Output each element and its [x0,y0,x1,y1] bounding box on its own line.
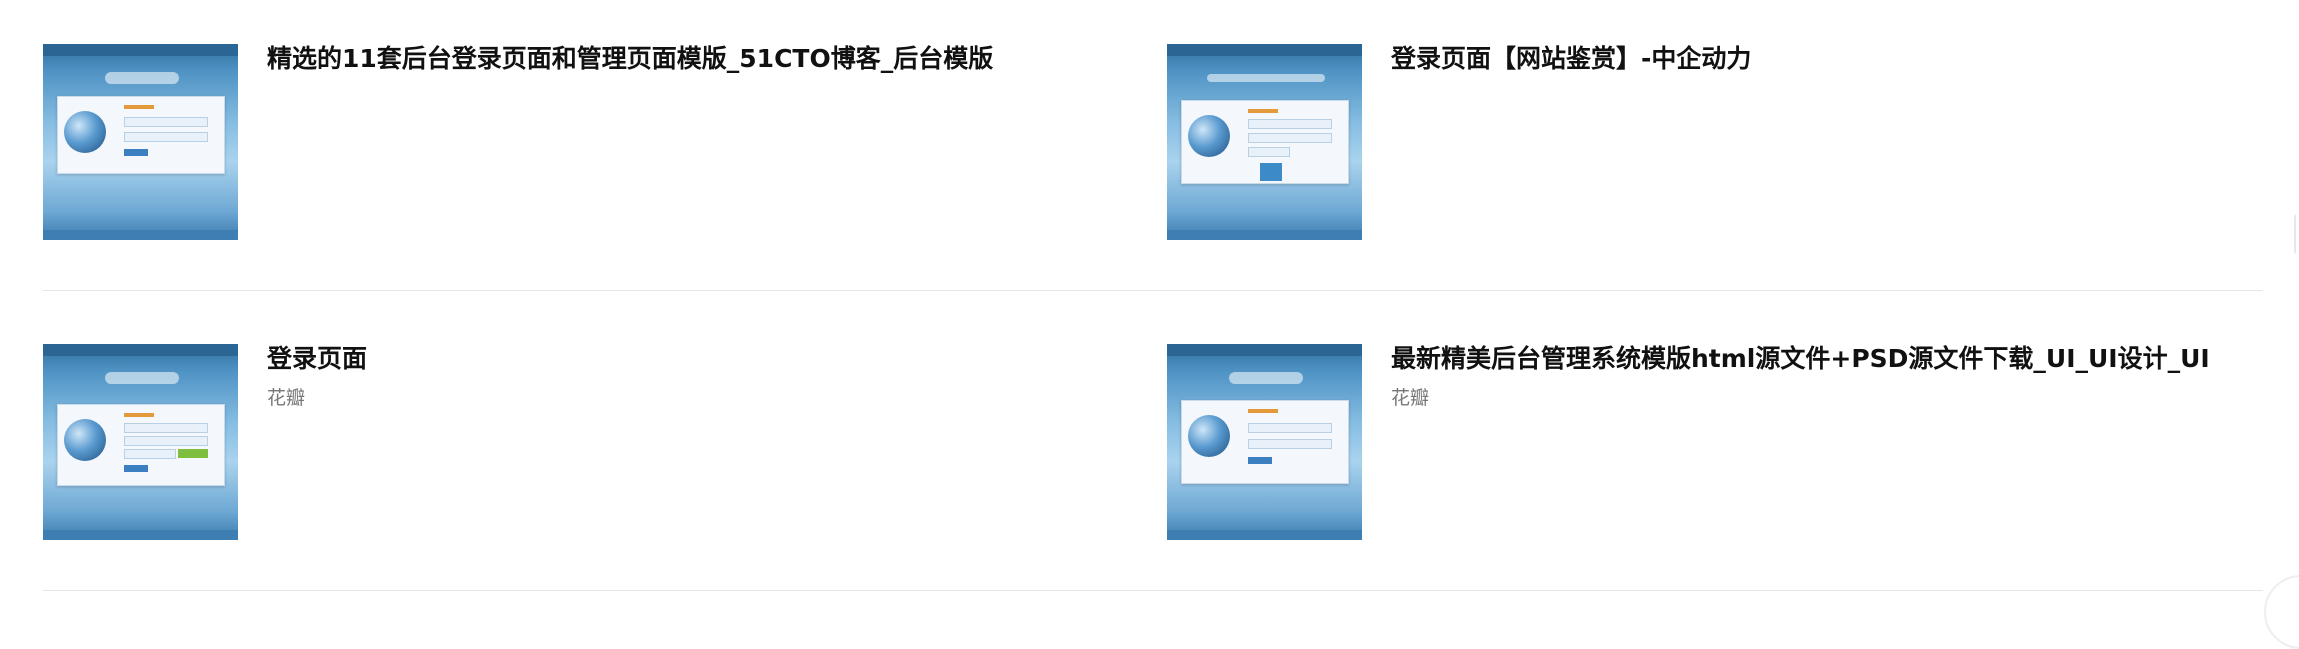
result-source: 花瓣 [267,387,306,409]
result-thumbnail[interactable] [1167,344,1362,540]
globe-icon [64,419,106,461]
thumb-header-bar [43,44,238,56]
thumb-captcha-field [1248,147,1290,157]
thumb-header-bar [1167,344,1362,356]
thumb-panel-label [1248,409,1278,413]
result-divider [43,290,2263,291]
thumb-footer-bar [1167,530,1362,540]
result-thumbnail[interactable] [1167,44,1362,240]
thumb-login-panel [57,404,225,486]
thumb-logo [1229,372,1303,384]
thumb-logo [105,72,179,84]
thumb-footer-bar [43,530,238,540]
globe-icon [1188,415,1230,457]
thumb-footer-bar [43,230,238,240]
result-source: 花瓣 [1391,387,1430,409]
thumb-username-field [124,117,208,127]
thumb-header-bar [1167,44,1362,56]
result-title[interactable]: 登录页面【网站鉴赏】-中企动力 [1391,44,1751,74]
thumb-username-field [124,423,208,433]
thumb-panel-label [124,105,154,109]
thumb-username-field [1248,423,1332,433]
scroll-to-top-button[interactable] [2264,575,2299,649]
thumb-logo [1207,74,1325,82]
thumb-password-field [1248,133,1332,143]
thumb-panel-label [124,413,154,417]
result-thumbnail[interactable] [43,344,238,540]
result-thumbnail[interactable] [43,44,238,240]
thumb-password-field [124,436,208,446]
thumb-login-button [1260,163,1282,181]
thumb-login-panel [57,96,225,174]
thumb-login-button [1248,457,1272,464]
thumb-login-button [124,465,148,472]
result-divider [43,590,2263,591]
thumb-header-bar [43,344,238,356]
globe-icon [1188,115,1230,157]
thumb-login-panel [1181,100,1349,184]
globe-icon [64,111,106,153]
thumb-panel-label [1248,109,1278,113]
thumb-password-field [124,132,208,142]
result-title[interactable]: 精选的11套后台登录页面和管理页面模版_51CTO博客_后台模版 [267,44,993,74]
result-title[interactable]: 最新精美后台管理系统模版html源文件+PSD源文件下载_UI_UI设计_UI [1391,344,2210,374]
thumb-login-panel [1181,400,1349,484]
thumb-logo [105,372,179,384]
thumb-footer-bar [1167,230,1362,240]
thumb-captcha-image [178,449,208,458]
edge-mark [2294,214,2299,254]
thumb-captcha-field [124,449,176,459]
thumb-username-field [1248,119,1332,129]
thumb-password-field [1248,439,1332,449]
thumb-login-button [124,149,148,156]
result-title[interactable]: 登录页面 [267,344,367,374]
